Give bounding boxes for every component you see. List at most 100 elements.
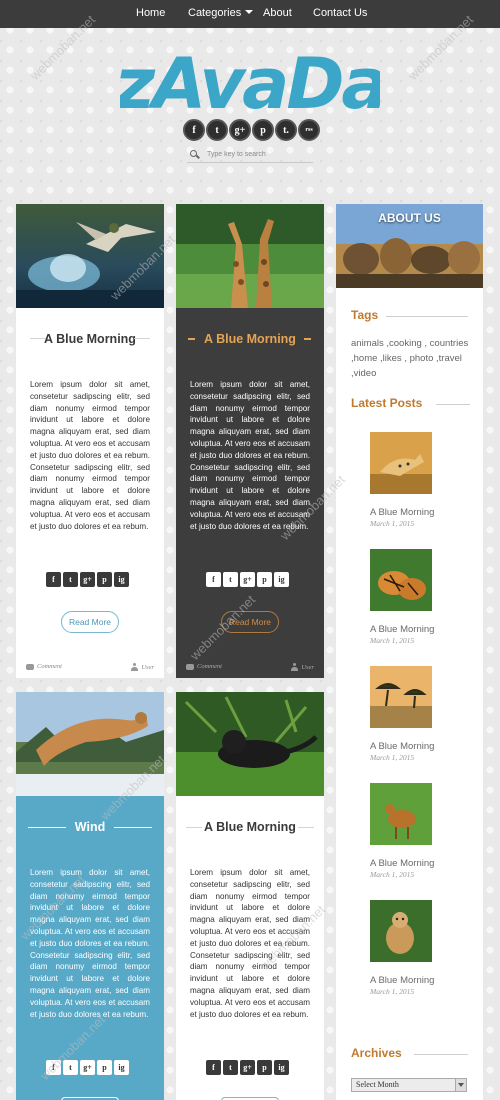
nav-categories[interactable]: Categories <box>188 7 254 19</box>
title-divider <box>298 827 314 828</box>
comment-icon <box>26 663 34 670</box>
facebook-icon[interactable]: f <box>206 572 221 587</box>
tumblr-icon[interactable]: t. <box>275 119 297 141</box>
about-banner-image[interactable]: ABOUT US <box>336 204 483 288</box>
title-divider <box>134 338 150 339</box>
instagram-icon[interactable]: ig <box>114 1060 129 1075</box>
post-share-icons: f t g+ p ig <box>46 1060 136 1075</box>
latest-post-thumb-tigers[interactable] <box>370 549 432 611</box>
rss-icon[interactable]: rss <box>298 119 320 141</box>
nav-home[interactable]: Home <box>136 7 165 19</box>
nav-about[interactable]: About <box>263 7 292 19</box>
post-title[interactable]: A Blue Morning <box>16 332 164 346</box>
post-card: Wind Lorem ipsum dolor sit amet, consete… <box>16 692 164 1100</box>
search-bar <box>187 147 313 163</box>
user-label: User <box>301 663 314 671</box>
post-share-icons: f t g+ p ig <box>206 1060 296 1075</box>
user-link[interactable]: User <box>291 663 314 671</box>
facebook-icon[interactable]: f <box>183 119 205 141</box>
archives-month-select[interactable]: Select Month <box>351 1078 467 1092</box>
latest-post-date: March 1, 2015 <box>370 753 415 762</box>
latest-post-thumb-monkey[interactable] <box>370 900 432 962</box>
site-logo[interactable]: zAvaDa <box>120 34 380 124</box>
post-title[interactable]: A Blue Morning <box>176 332 324 346</box>
post-meta: Comment User <box>176 663 324 677</box>
tags-list[interactable]: animals ,cooking , countries ,home ,like… <box>351 336 471 381</box>
tags-divider <box>386 316 468 317</box>
about-title: ABOUT US <box>378 211 441 225</box>
latest-post-item[interactable]: A Blue Morning March 1, 2015 <box>370 432 470 528</box>
nav-categories-label: Categories <box>188 7 242 19</box>
latest-post-date: March 1, 2015 <box>370 870 415 879</box>
twitter-icon[interactable]: t <box>63 1060 78 1075</box>
latest-post-title[interactable]: A Blue Morning <box>370 507 470 518</box>
google-plus-icon[interactable]: g+ <box>80 1060 95 1075</box>
latest-post-date: March 1, 2015 <box>370 636 415 645</box>
pinterest-icon[interactable]: p <box>257 572 272 587</box>
comment-icon <box>186 663 194 670</box>
latest-post-item[interactable]: A Blue Morning March 1, 2015 <box>370 549 470 645</box>
facebook-icon[interactable]: f <box>46 572 61 587</box>
post-excerpt: Lorem ipsum dolor sit amet, consetetur s… <box>30 868 150 1019</box>
post-share-icons: f t g+ p ig <box>46 572 136 587</box>
latest-post-thumb-deer[interactable] <box>370 783 432 845</box>
user-link[interactable]: User <box>131 663 154 671</box>
post-image-bird[interactable] <box>16 204 164 308</box>
archives-title: Archives <box>351 1046 402 1060</box>
chevron-down-icon <box>455 1079 466 1091</box>
latest-post-title[interactable]: A Blue Morning <box>370 858 470 869</box>
latest-post-title[interactable]: A Blue Morning <box>370 624 470 635</box>
chevron-down-icon <box>245 10 254 14</box>
post-card: A Blue Morning Lorem ipsum dolor sit ame… <box>16 204 164 678</box>
google-plus-icon[interactable]: g+ <box>80 572 95 587</box>
top-navigation: Home Categories About Contact Us <box>0 0 500 28</box>
pinterest-icon[interactable]: p <box>257 1060 272 1075</box>
latest-post-item[interactable]: A Blue Morning March 1, 2015 <box>370 666 470 762</box>
search-icon[interactable] <box>187 148 201 162</box>
pinterest-icon[interactable]: p <box>252 119 274 141</box>
title-divider <box>304 338 311 340</box>
latest-post-item[interactable]: A Blue Morning March 1, 2015 <box>370 783 470 879</box>
user-icon <box>131 663 139 671</box>
post-image-giraffes[interactable] <box>176 204 324 308</box>
post-card: A Blue Morning Lorem ipsum dolor sit ame… <box>176 204 324 678</box>
twitter-icon[interactable]: t <box>63 572 78 587</box>
post-card: A Blue Morning Lorem ipsum dolor sit ame… <box>176 692 324 1100</box>
google-plus-icon[interactable]: g+ <box>240 572 255 587</box>
instagram-icon[interactable]: ig <box>274 1060 289 1075</box>
instagram-icon[interactable]: ig <box>274 572 289 587</box>
twitter-icon[interactable]: t <box>223 572 238 587</box>
google-plus-icon[interactable]: g+ <box>240 1060 255 1075</box>
twitter-icon[interactable]: t <box>206 119 228 141</box>
post-excerpt: Lorem ipsum dolor sit amet, consetetur s… <box>190 380 310 531</box>
post-image-cougar[interactable] <box>16 692 164 796</box>
post-meta: Comment User <box>16 663 164 677</box>
user-label: User <box>141 663 154 671</box>
post-excerpt: Lorem ipsum dolor sit amet, consetetur s… <box>30 380 150 531</box>
post-image-panther[interactable] <box>176 692 324 796</box>
twitter-icon[interactable]: t <box>223 1060 238 1075</box>
latest-post-title[interactable]: A Blue Morning <box>370 741 470 752</box>
latest-post-title[interactable]: A Blue Morning <box>370 975 470 986</box>
archives-divider <box>414 1054 468 1055</box>
title-divider <box>114 827 152 828</box>
pinterest-icon[interactable]: p <box>97 572 112 587</box>
comment-link[interactable]: Comment <box>26 663 62 670</box>
latest-post-thumb-savanna[interactable] <box>370 666 432 728</box>
instagram-icon[interactable]: ig <box>114 572 129 587</box>
read-more-button[interactable]: Read More <box>221 611 279 633</box>
facebook-icon[interactable]: f <box>206 1060 221 1075</box>
latest-post-thumb-cheetah[interactable] <box>370 432 432 494</box>
facebook-icon[interactable]: f <box>46 1060 61 1075</box>
read-more-button[interactable]: Read More <box>61 611 119 633</box>
google-plus-icon[interactable]: g+ <box>229 119 251 141</box>
header-social-icons: f t g+ p t. rss <box>183 119 320 141</box>
latest-post-item[interactable]: A Blue Morning March 1, 2015 <box>370 900 470 996</box>
comment-label: Comment <box>197 663 222 670</box>
post-excerpt: Lorem ipsum dolor sit amet, consetetur s… <box>190 868 310 1019</box>
search-input[interactable] <box>207 151 307 158</box>
latest-post-date: March 1, 2015 <box>370 987 415 996</box>
comment-link[interactable]: Comment <box>186 663 222 670</box>
pinterest-icon[interactable]: p <box>97 1060 112 1075</box>
nav-contact[interactable]: Contact Us <box>313 7 367 19</box>
